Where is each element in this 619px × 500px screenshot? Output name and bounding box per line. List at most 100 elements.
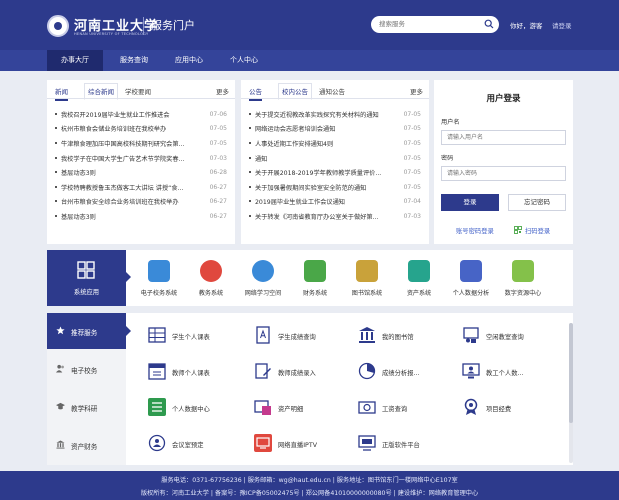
edit-icon <box>255 363 271 379</box>
app-library[interactable]: 图书馆系统 <box>341 260 393 304</box>
login-title: 用户登录 <box>486 94 521 104</box>
nav-item-hall[interactable]: 办事大厅 <box>47 50 103 71</box>
news-more-link[interactable]: 更多 <box>216 86 229 96</box>
list-item[interactable]: 关于提交近视教改革实践探究有关材料的通知 07-05 <box>249 107 421 122</box>
tab-notice[interactable]: 公告 <box>249 86 262 101</box>
login-button[interactable]: 登录 <box>441 194 499 211</box>
services-panel: 推荐服务 电子校务 教学科研 资产财务 学生个人课表 学生成绩查询 我的图书馆 … <box>47 313 573 465</box>
service-student-grades[interactable]: 学生成绩查询 <box>254 326 354 346</box>
gear-icon <box>200 260 222 282</box>
header-login-link[interactable]: 请登录 <box>552 20 572 30</box>
list-item[interactable]: 通知 07-05 <box>249 151 421 166</box>
header: 河南工业大学 HENAN UNIVERSITY OF TECHNOLOGY 服务… <box>0 0 619 50</box>
star-icon <box>56 326 65 335</box>
news-panel: 新闻 综合新闻 学校要闻 更多 我校召开2019届毕业生就业工作推进会 07-06… <box>47 80 235 244</box>
analysis-icon <box>358 362 376 380</box>
login-panel: 用户登录 用户名 密码 登录 忘记密码 账号密码登录 扫码登录 <box>434 80 573 244</box>
app-academic-affairs[interactable]: 教务系统 <box>185 260 237 304</box>
account-login-link[interactable]: 账号密码登录 <box>456 226 494 235</box>
portal-title: 服务门户 <box>151 19 195 32</box>
nav-item-query[interactable]: 服务查询 <box>106 50 162 71</box>
scan-login-link[interactable]: 扫码登录 <box>525 226 550 235</box>
system-apps-title: 系统应用 <box>73 289 100 296</box>
notice-more-link[interactable]: 更多 <box>410 86 423 96</box>
app-assets[interactable]: 资产系统 <box>393 260 445 304</box>
nav-item-personal[interactable]: 个人中心 <box>216 50 272 71</box>
service-student-timetable[interactable]: 学生个人课表 <box>148 326 248 346</box>
books-icon <box>356 260 378 282</box>
tab-general-news[interactable]: 综合新闻 <box>84 83 118 100</box>
service-asset-details[interactable]: 资产明细 <box>254 398 354 418</box>
list-item[interactable]: 杭州市粮食会储业务培训班在我校举办 07-05 <box>55 122 227 137</box>
list-item[interactable]: 学校特聘教授鲁玉杰做客工大讲坛 讲授“食... 06-27 <box>55 180 227 195</box>
service-free-classroom[interactable]: 空闲教室查询 <box>462 326 562 346</box>
document-a-icon <box>256 326 270 344</box>
app-learning-space[interactable]: 网络学习空间 <box>237 260 289 304</box>
system-apps-panel: 系统应用 电子校务系统 教务系统 网络学习空间 财务系统 图书馆系统 资产系统 … <box>47 250 573 306</box>
footer: 服务电话：0371-67756236 | 服务邮箱：wg@haut.edu.cn… <box>0 471 619 500</box>
service-my-library[interactable]: 我的图书馆 <box>358 326 458 346</box>
tab-news[interactable]: 新闻 <box>55 86 68 101</box>
list-item[interactable]: 关于转发《河南省教育厅办公室关于做好第... 07-03 <box>249 209 421 224</box>
app-finance[interactable]: 财务系统 <box>289 260 341 304</box>
iptv-icon <box>254 434 272 452</box>
tab-school-news[interactable]: 学校要闻 <box>122 86 154 96</box>
service-salary-query[interactable]: 工资查询 <box>358 398 458 418</box>
list-item[interactable]: 我校召开2019届毕业生就业工作推进会 07-06 <box>55 107 227 122</box>
service-grade-analysis[interactable]: 成绩分析报... <box>358 362 458 382</box>
search-input[interactable] <box>379 19 479 30</box>
list-item[interactable]: 基层动态3则 06-28 <box>55 165 227 180</box>
main-nav: 办事大厅 服务查询 应用中心 个人中心 <box>0 50 619 71</box>
username-field[interactable] <box>441 130 566 145</box>
footer-contact: 服务电话：0371-67756236 | 服务邮箱：wg@haut.edu.cn… <box>161 477 458 484</box>
services-scrollbar[interactable] <box>569 323 573 463</box>
classroom-icon <box>463 327 479 343</box>
app-personal-data[interactable]: 个人数据分析 <box>445 260 497 304</box>
nav-item-apps[interactable]: 应用中心 <box>161 50 217 71</box>
service-meeting-room[interactable]: 会议室预定 <box>148 434 248 454</box>
list-item[interactable]: 台州市粮食安全综合业务培训班在我校举办 06-27 <box>55 195 227 210</box>
search-icon[interactable] <box>484 19 494 29</box>
sidebar-item-recommended[interactable]: 推荐服务 <box>47 313 131 349</box>
finance-icon <box>304 260 326 282</box>
school-name-en: HENAN UNIVERSITY OF TECHNOLOGY <box>74 32 149 36</box>
list-item[interactable]: 基层动态3则 06-27 <box>55 209 227 224</box>
sidebar-item-asset-finance[interactable]: 资产财务 <box>47 427 126 463</box>
system-apps-header: 系统应用 <box>47 250 131 306</box>
list-item[interactable]: 牛津粮食理加压中国高校科技期刊研究会第... 07-05 <box>55 136 227 151</box>
sidebar-item-e-affairs[interactable]: 电子校务 <box>47 351 126 387</box>
list-item[interactable]: 关于加强暑假期间实验室安全防范的通知 07-05 <box>249 180 421 195</box>
service-teacher-timetable[interactable]: 教师个人课表 <box>148 362 248 382</box>
salary-icon <box>358 401 376 414</box>
list-item[interactable]: 我校学子在中国大学生广告艺术节学院奖春... 07-03 <box>55 151 227 166</box>
list-item[interactable]: 人事处近期工作安排通知4则 07-05 <box>249 136 421 151</box>
list-item[interactable]: 2019届毕业生就业工作会议通知 07-04 <box>249 195 421 210</box>
service-licensed-software[interactable]: 正版软件平台 <box>358 434 458 454</box>
qr-code-icon <box>514 226 522 234</box>
service-iptv[interactable]: 网络直播IPTV <box>254 434 354 454</box>
service-data-center[interactable]: 个人数据中心 <box>148 398 248 418</box>
person-icon <box>460 260 482 282</box>
building-icon <box>56 440 65 449</box>
service-project-funds[interactable]: 项目经费 <box>462 398 562 418</box>
tab-announcements[interactable]: 通知公告 <box>316 86 348 96</box>
services-sidebar: 推荐服务 电子校务 教学科研 资产财务 <box>47 313 131 465</box>
chart-icon <box>512 260 534 282</box>
search-box[interactable] <box>371 16 499 33</box>
sidebar-item-teaching[interactable]: 教学科研 <box>47 389 126 425</box>
notice-panel: 公告 校内公告 通知公告 更多 关于提交近视教改革实践探究有关材料的通知 07-0… <box>241 80 429 244</box>
list-item[interactable]: 关于开展2018-2019学年教师教学质量评价... 07-05 <box>249 165 421 180</box>
app-digital-resources[interactable]: 数字资源中心 <box>497 260 549 304</box>
schedule-icon <box>148 363 166 380</box>
app-e-affairs[interactable]: 电子校务系统 <box>133 260 185 304</box>
service-staff-data[interactable]: 教工个人数... <box>462 362 562 382</box>
service-grade-entry[interactable]: 教师成绩录入 <box>254 362 354 382</box>
notice-list: 关于提交近视教改革实践探究有关材料的通知 07-05 网络运动会志愿者培训会通知 0… <box>249 107 421 224</box>
password-field[interactable] <box>441 166 566 181</box>
list-item[interactable]: 网络运动会志愿者培训会通知 07-05 <box>249 122 421 137</box>
forgot-password-button[interactable]: 忘记密码 <box>508 194 566 211</box>
footer-copyright: 版权所有：河南工业大学 | 备案号：豫ICP备05002475号 | 郑公网备4… <box>140 490 479 497</box>
tab-campus-notice[interactable]: 校内公告 <box>278 83 312 100</box>
data-center-icon <box>148 398 166 416</box>
table-icon <box>148 327 166 343</box>
